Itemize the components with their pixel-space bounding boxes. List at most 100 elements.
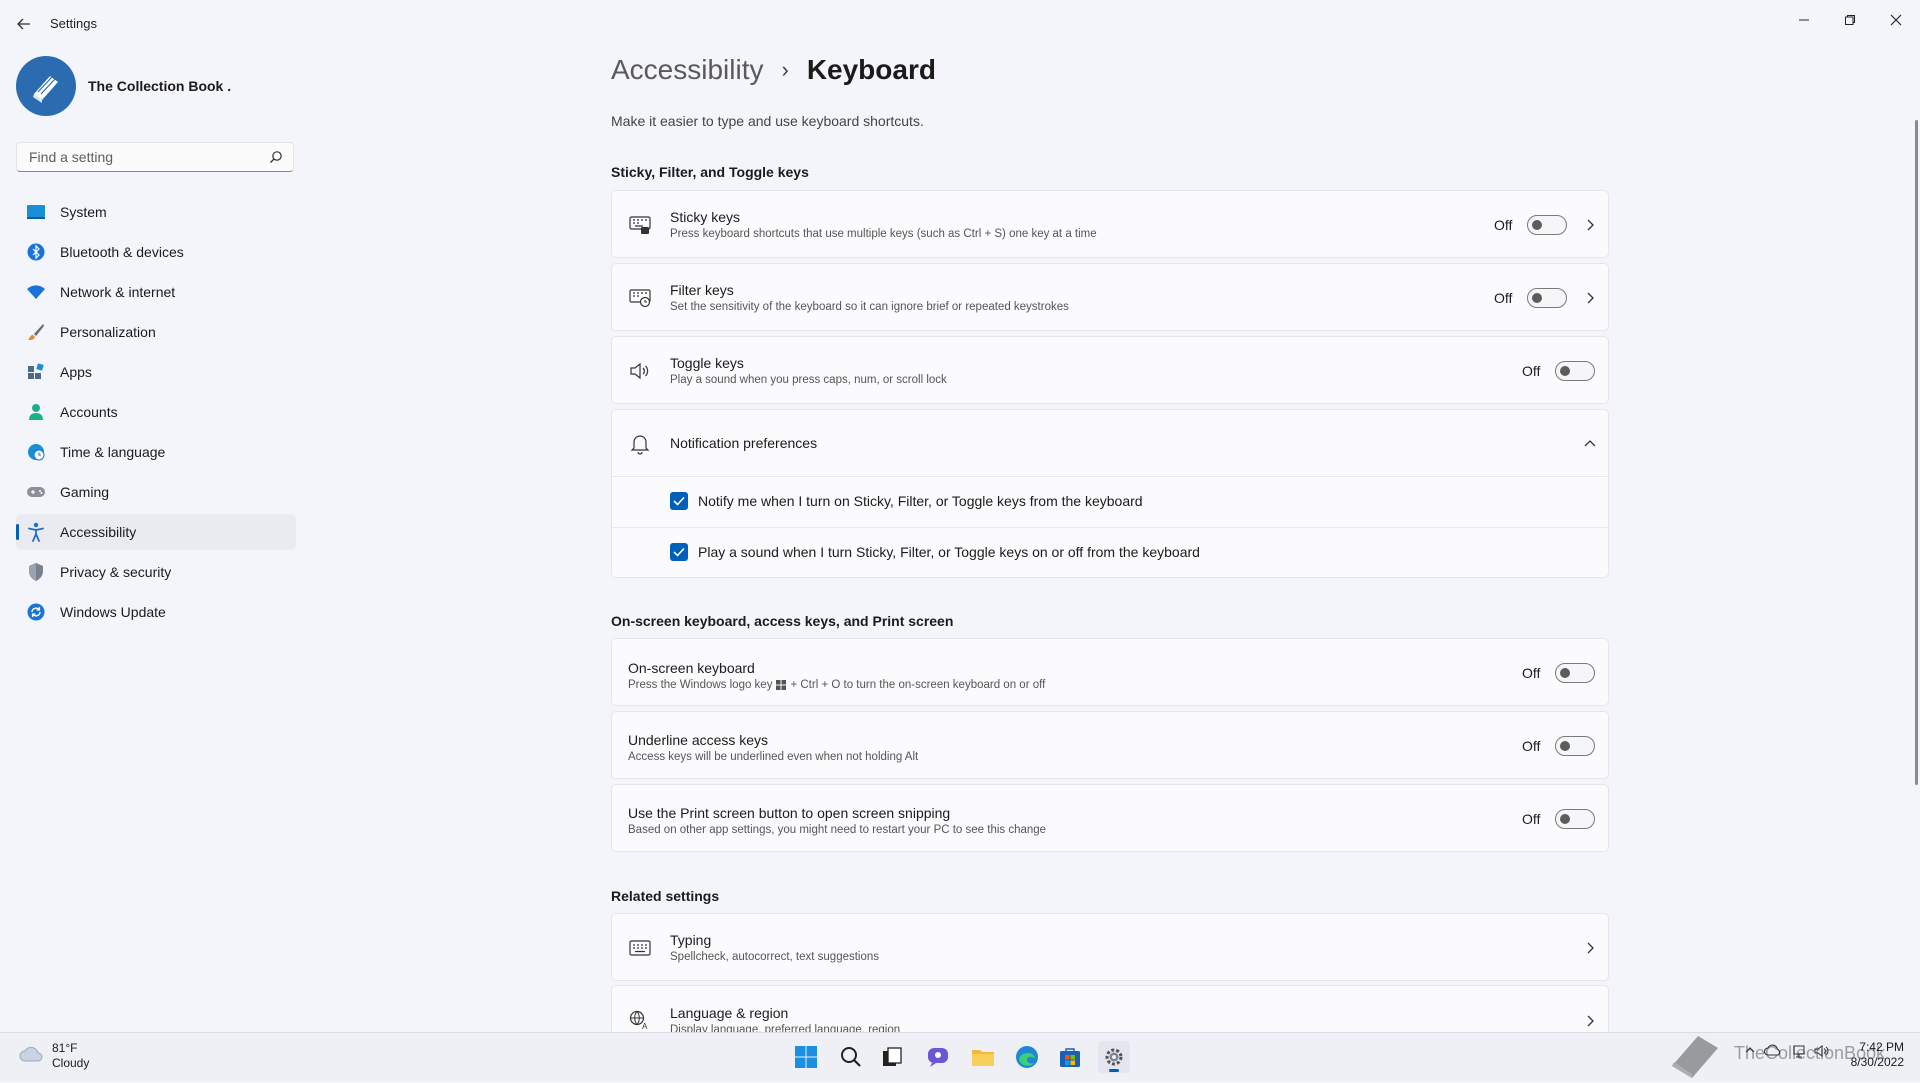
sidebar-item-label: Windows Update xyxy=(60,604,166,620)
sidebar-item-label: Network & internet xyxy=(60,284,176,300)
user-profile[interactable]: The Collection Book . xyxy=(16,56,231,116)
section-title-onscreen: On-screen keyboard, access keys, and Pri… xyxy=(611,613,954,629)
chevron-right-icon[interactable] xyxy=(1582,217,1598,233)
sidebar-item-privacy[interactable]: Privacy & security xyxy=(16,554,296,590)
gamepad-icon xyxy=(26,482,46,502)
filter-keys-toggle[interactable] xyxy=(1527,288,1567,308)
filter-keys-description: Set the sensitivity of the keyboard so i… xyxy=(670,301,1069,313)
book-logo-watermark xyxy=(1668,1030,1724,1083)
sidebar-item-system[interactable]: System xyxy=(16,194,296,230)
chevron-right-icon[interactable] xyxy=(1582,1013,1598,1029)
app-title: Settings xyxy=(50,16,97,31)
underline-access-keys-toggle[interactable] xyxy=(1555,736,1595,756)
sticky-keys-description: Press keyboard shortcuts that use multip… xyxy=(670,228,1097,240)
print-screen-title: Use the Print screen button to open scre… xyxy=(628,805,951,821)
notify-checkbox[interactable] xyxy=(670,492,688,510)
maximize-button[interactable] xyxy=(1827,6,1873,34)
microsoft-store-icon[interactable] xyxy=(1054,1041,1086,1073)
file-explorer-icon[interactable] xyxy=(967,1041,999,1073)
play-sound-checkbox-label[interactable]: Play a sound when I turn Sticky, Filter,… xyxy=(698,544,1200,560)
print-screen-card[interactable]: Use the Print screen button to open scre… xyxy=(611,784,1609,852)
search-icon[interactable] xyxy=(269,150,283,169)
keyboard-icon xyxy=(628,936,652,960)
person-icon xyxy=(26,402,46,422)
search-input[interactable] xyxy=(27,148,251,166)
sidebar-item-bluetooth[interactable]: Bluetooth & devices xyxy=(16,234,296,270)
toggle-knob xyxy=(1532,220,1542,230)
sidebar-item-accounts[interactable]: Accounts xyxy=(16,394,296,430)
chevron-right-icon[interactable] xyxy=(1582,290,1598,306)
sidebar-item-accessibility[interactable]: Accessibility xyxy=(16,514,296,550)
sidebar-item-gaming[interactable]: Gaming xyxy=(16,474,296,510)
profile-name: The Collection Book . xyxy=(88,78,232,94)
toggle-knob xyxy=(1532,293,1542,303)
language-region-title: Language & region xyxy=(670,1005,789,1021)
language-region-description: Display language, preferred language, re… xyxy=(670,1024,901,1032)
bluetooth-icon xyxy=(26,242,46,262)
edge-browser-icon[interactable] xyxy=(1011,1041,1043,1073)
breadcrumb-parent[interactable]: Accessibility xyxy=(611,54,763,86)
clock-time: 7:42 PM xyxy=(1859,1040,1904,1054)
search-box[interactable] xyxy=(16,142,294,172)
toggle-knob xyxy=(1560,741,1570,751)
sidebar-item-apps[interactable]: Apps xyxy=(16,354,296,390)
network-tray-icon[interactable] xyxy=(1792,1044,1806,1061)
volume-icon[interactable] xyxy=(1814,1044,1830,1061)
chevron-right-icon[interactable] xyxy=(1582,940,1598,956)
weather-widget[interactable]: 81°F Cloudy xyxy=(18,1041,89,1071)
sidebar-item-label: Gaming xyxy=(60,484,110,500)
chevron-up-tray-icon[interactable] xyxy=(1744,1044,1756,1059)
notification-preferences-title[interactable]: Notification preferences xyxy=(670,435,817,451)
sidebar-item-label: Privacy & security xyxy=(60,564,172,580)
notify-checkbox-label[interactable]: Notify me when I turn on Sticky, Filter,… xyxy=(698,493,1143,509)
sidebar-item-personalization[interactable]: Personalization xyxy=(16,314,296,350)
start-icon[interactable] xyxy=(790,1041,822,1073)
svg-text:A: A xyxy=(642,1022,648,1030)
sticky-keys-toggle[interactable] xyxy=(1527,215,1567,235)
update-icon xyxy=(26,602,46,622)
weather-text: 81°F Cloudy xyxy=(52,1041,89,1071)
sidebar-item-label: Bluetooth & devices xyxy=(60,244,184,260)
filter-keys-state: Off xyxy=(1494,290,1513,306)
search-taskbar-icon[interactable] xyxy=(835,1041,867,1073)
task-view-icon[interactable] xyxy=(876,1041,908,1073)
sidebar-item-label: Accounts xyxy=(60,404,118,420)
sticky-keys-card[interactable]: Sticky keys Press keyboard shortcuts tha… xyxy=(611,190,1609,258)
toggle-keys-title: Toggle keys xyxy=(670,355,744,371)
onscreen-keyboard-description: Press the Windows logo key + Ctrl + O to… xyxy=(628,679,1045,691)
sidebar-item-label: Apps xyxy=(60,364,92,380)
filter-keys-title: Filter keys xyxy=(670,282,734,298)
toggle-keys-toggle[interactable] xyxy=(1555,361,1595,381)
chat-icon[interactable] xyxy=(922,1041,954,1073)
related-typing-card[interactable]: Typing Spellcheck, autocorrect, text sug… xyxy=(611,913,1609,981)
wifi-icon xyxy=(26,282,46,302)
onedrive-cloud-icon[interactable] xyxy=(1763,1044,1782,1059)
speaker-icon xyxy=(628,359,652,383)
minimize-button[interactable] xyxy=(1781,6,1827,34)
settings-gear-icon[interactable] xyxy=(1098,1041,1130,1073)
sidebar-item-time-language[interactable]: Time & language xyxy=(16,434,296,470)
close-button[interactable] xyxy=(1873,6,1919,34)
cloud-icon xyxy=(18,1045,44,1068)
globe-clock-icon xyxy=(26,442,46,462)
back-arrow-icon[interactable] xyxy=(12,12,36,36)
filter-keys-card[interactable]: Filter keys Set the sensitivity of the k… xyxy=(611,263,1609,331)
onscreen-keyboard-card[interactable]: On-screen keyboard Press the Windows log… xyxy=(611,638,1609,706)
underline-access-keys-card[interactable]: Underline access keys Access keys will b… xyxy=(611,711,1609,779)
scrollbar[interactable] xyxy=(1915,120,1918,785)
accessibility-icon xyxy=(26,522,46,542)
toggle-keys-card[interactable]: Toggle keys Play a sound when you press … xyxy=(611,336,1609,404)
system-clock[interactable]: 7:42 PM 8/30/2022 xyxy=(1851,1040,1904,1070)
print-screen-description: Based on other app settings, you might n… xyxy=(628,824,1047,836)
onscreen-keyboard-description-end: + Ctrl + O to turn the on-screen keyboar… xyxy=(790,679,1046,691)
sidebar-item-network[interactable]: Network & internet xyxy=(16,274,296,310)
onscreen-keyboard-toggle[interactable] xyxy=(1555,663,1595,683)
related-language-card[interactable]: A Language & region Display language, pr… xyxy=(611,985,1609,1032)
sidebar-item-label: Accessibility xyxy=(60,524,137,540)
toggle-knob xyxy=(1560,668,1570,678)
print-screen-toggle[interactable] xyxy=(1555,809,1595,829)
section-title-sticky-filter-toggle: Sticky, Filter, and Toggle keys xyxy=(611,164,809,180)
play-sound-checkbox[interactable] xyxy=(670,543,688,561)
sidebar-item-windows-update[interactable]: Windows Update xyxy=(16,594,296,630)
chevron-up-icon[interactable] xyxy=(1582,436,1598,452)
